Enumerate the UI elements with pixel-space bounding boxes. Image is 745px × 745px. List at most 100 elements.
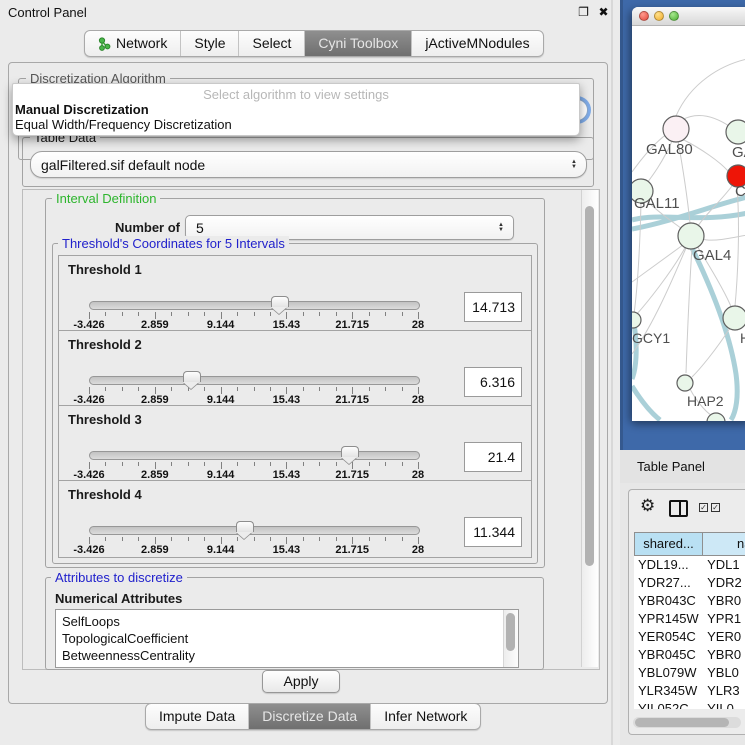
tab-jactivemnodules[interactable]: jActiveMNodules [411, 31, 542, 56]
list-item[interactable]: SelfLoops [56, 613, 518, 630]
slider-track[interactable] [89, 376, 420, 385]
panel-divider [611, 0, 613, 745]
threshold-panel-1: Threshold 1 -3.4262.8599.14415.4321.7152… [58, 255, 532, 333]
table-row[interactable]: YDL19...YDL1 [634, 556, 745, 574]
node-label-partial-top: GA [732, 144, 745, 161]
tab-style[interactable]: Style [180, 31, 238, 56]
table-row[interactable]: YBR045CYBR0 [634, 646, 745, 664]
gear-icon[interactable]: ⚙ [640, 496, 655, 516]
slider-thumb[interactable] [236, 521, 254, 532]
threshold-3-value-input[interactable] [464, 442, 522, 472]
slider-track[interactable] [89, 451, 420, 460]
node-gal80[interactable] [663, 116, 689, 142]
table-panel-title: Table Panel [637, 459, 705, 474]
network-window: GAL80 GA C GAL11 GAL4 H GCY1 HAP2 [632, 7, 745, 421]
algorithm-option-manual[interactable]: Manual Discretization [15, 102, 149, 117]
node-hap2[interactable] [677, 375, 693, 391]
algorithm-option-equal-width[interactable]: Equal Width/Frequency Discretization [15, 117, 232, 132]
attributes-scrollbar-thumb[interactable] [506, 613, 515, 651]
columns-icon[interactable] [669, 500, 688, 517]
tab-jactivemnodules-label: jActiveMNodules [425, 31, 529, 56]
close-window-icon[interactable]: ✖ [596, 5, 611, 20]
attributes-scrollbar[interactable] [503, 610, 518, 667]
tab-cyni-toolbox[interactable]: Cyni Toolbox [304, 31, 411, 56]
node-label-gal80: GAL80 [646, 141, 693, 158]
algorithm-popup: Select algorithm to view settings Manual… [12, 83, 580, 136]
list-item[interactable]: TopologicalCoefficient [56, 630, 518, 647]
table-body: YDL19...YDL1 YDR27...YDR2 YBR043CYBR0 YP… [634, 556, 745, 709]
table-row[interactable]: YBL079WYBL0 [634, 664, 745, 682]
float-window-icon[interactable]: ❐ [576, 5, 591, 20]
attributes-list[interactable]: SelfLoops TopologicalCoefficient Between… [55, 609, 519, 668]
threshold-3-label: Threshold 3 [68, 412, 142, 427]
tab-discretize-data-label: Discretize Data [262, 704, 357, 729]
network-canvas[interactable]: GAL80 GA C GAL11 GAL4 H GCY1 HAP2 [632, 26, 745, 421]
threshold-2-label: Threshold 2 [68, 337, 142, 352]
node-gal4[interactable] [678, 223, 704, 249]
interval-definition-label: Interval Definition [52, 191, 160, 206]
table-row[interactable]: YBR043CYBR0 [634, 592, 745, 610]
table-panel-window: ⚙ ✓ ✓ shared... na YDL19...YDL1 YDR27...… [628, 489, 745, 735]
checkbox-icon[interactable]: ✓ [711, 503, 720, 512]
network-window-titlebar[interactable] [632, 7, 745, 26]
threshold-panel-2: Threshold 2 -3.4262.8599.14415.4321.7152… [58, 330, 532, 408]
tab-infer-network[interactable]: Infer Network [370, 704, 480, 729]
bottom-tabbar: Impute Data Discretize Data Infer Networ… [145, 703, 481, 730]
table-row[interactable]: YIL052CYIL0 [634, 700, 745, 709]
network-nodes[interactable] [632, 116, 745, 421]
top-tabbar: Network Style Select Cyni Toolbox jActiv… [84, 30, 544, 57]
threshold-4-value-input[interactable] [464, 517, 522, 547]
threshold-4-slider[interactable]: -3.4262.8599.14415.4321.71528 [89, 521, 418, 555]
table-header: shared... na [634, 532, 745, 556]
slider-scale: -3.4262.8599.14415.4321.71528 [89, 462, 418, 480]
table-row[interactable]: YDR27...YDR2 [634, 574, 745, 592]
table-row[interactable]: YPR145WYPR1 [634, 610, 745, 628]
node-label-partial-right: H [740, 330, 745, 346]
node-partial-top[interactable] [726, 120, 745, 144]
slider-track[interactable] [89, 526, 420, 535]
slider-thumb[interactable] [341, 446, 359, 457]
apply-button[interactable]: Apply [262, 670, 340, 693]
slider-track[interactable] [89, 301, 420, 310]
table-row[interactable]: YLR345WYLR3 [634, 682, 745, 700]
table-data-combo[interactable]: galFiltered.sif default node ▲▼ [30, 151, 587, 178]
column-header-shared-name[interactable]: shared... [634, 532, 703, 556]
minimize-traffic-icon[interactable] [654, 11, 664, 21]
threshold-3-slider[interactable]: -3.4262.8599.14415.4321.71528 [89, 446, 418, 480]
threshold-1-value-input[interactable] [464, 292, 522, 322]
node-label-gal4: GAL4 [693, 247, 731, 264]
threshold-2-value-input[interactable] [464, 367, 522, 397]
panel-title: Control Panel [8, 5, 87, 20]
slider-thumb[interactable] [271, 296, 289, 307]
tab-impute-data[interactable]: Impute Data [146, 704, 248, 729]
spinner-icon: ▲▼ [498, 223, 504, 233]
tab-select[interactable]: Select [238, 31, 304, 56]
zoom-traffic-icon[interactable] [669, 11, 679, 21]
table-data-combo-value: galFiltered.sif default node [31, 157, 571, 173]
num-intervals-value: 5 [186, 220, 498, 236]
close-traffic-icon[interactable] [639, 11, 649, 21]
settings-scrollbar-thumb[interactable] [585, 206, 594, 566]
tab-network-label: Network [116, 31, 167, 56]
checkbox-icon[interactable]: ✓ [699, 503, 708, 512]
tab-network[interactable]: Network [85, 31, 180, 56]
list-item[interactable]: BetweennessCentrality [56, 647, 518, 664]
slider-thumb[interactable] [183, 371, 201, 382]
spinner-icon: ▲▼ [571, 160, 577, 170]
slider-scale: -3.4262.8599.14415.4321.71528 [89, 537, 418, 555]
table-hscrollbar[interactable] [633, 717, 741, 728]
node-partial-right[interactable] [723, 306, 745, 330]
settings-scrollbar[interactable] [581, 190, 598, 667]
column-header-name[interactable]: na [703, 532, 745, 556]
node-label-gal11: GAL11 [634, 195, 680, 212]
node-gcy1[interactable] [632, 312, 641, 328]
table-row[interactable]: YER054CYER0 [634, 628, 745, 646]
tab-discretize-data[interactable]: Discretize Data [248, 704, 370, 729]
table-hscrollbar-thumb[interactable] [635, 718, 729, 727]
slider-scale: -3.4262.8599.14415.4321.71528 [89, 312, 418, 330]
threshold-2-slider[interactable]: -3.4262.8599.14415.4321.71528 [89, 371, 418, 405]
numerical-attributes-label: Numerical Attributes [55, 591, 182, 606]
node-label-hap2: HAP2 [687, 393, 724, 409]
threshold-1-slider[interactable]: -3.4262.8599.14415.4321.71528 [89, 296, 418, 330]
tab-impute-data-label: Impute Data [159, 704, 235, 729]
